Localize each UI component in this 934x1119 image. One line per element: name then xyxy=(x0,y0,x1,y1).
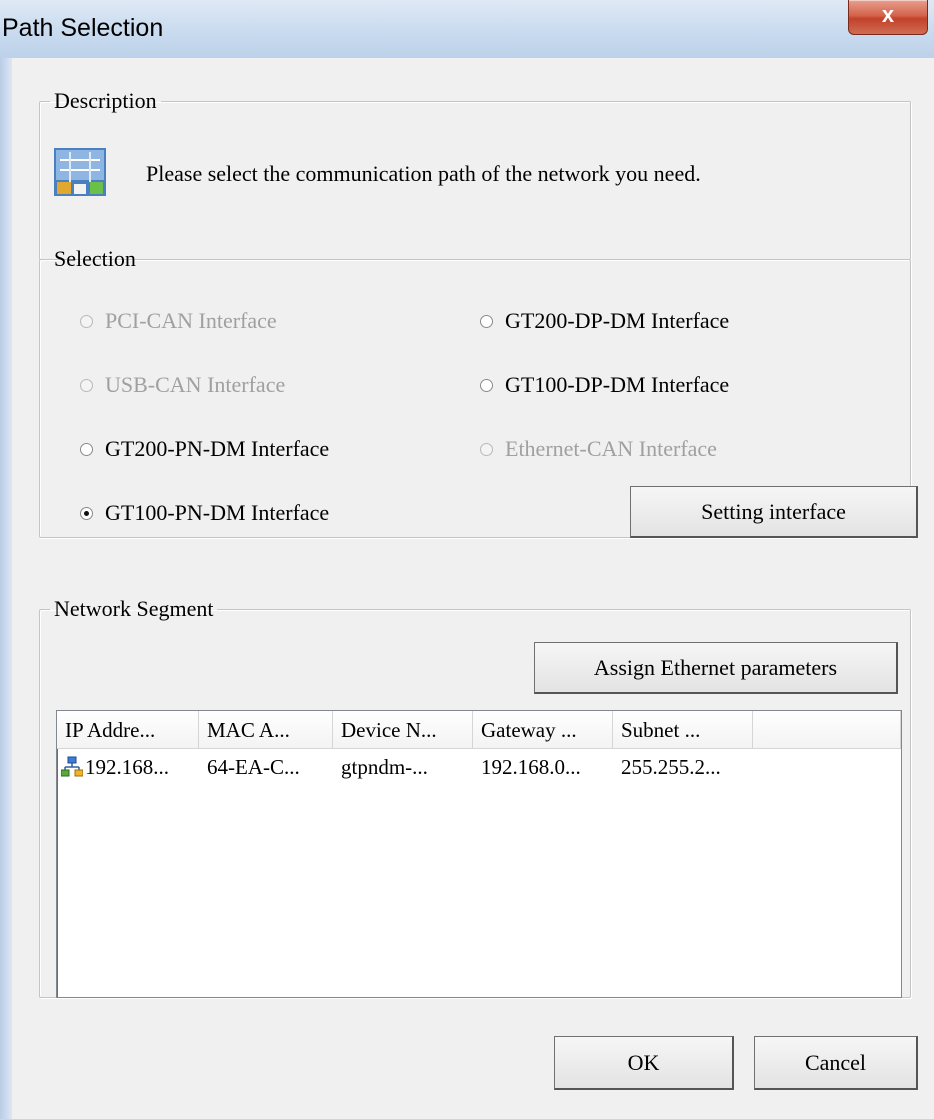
cancel-button[interactable]: Cancel xyxy=(754,1036,918,1090)
radio-indicator xyxy=(480,442,493,456)
selection-legend: Selection xyxy=(54,246,136,271)
radio-gt200-dp-dm[interactable]: GT200-DP-DM Interface xyxy=(480,308,729,334)
close-icon: x xyxy=(881,2,895,27)
ip-address-value: 192.168... xyxy=(85,755,169,779)
radio-label: GT100-PN-DM Interface xyxy=(105,500,330,525)
radio-label: USB-CAN Interface xyxy=(105,372,286,397)
dialog-content: Description Please select the communicat… xyxy=(12,58,934,1119)
network-segment-group: Network Segment Assign Ethernet paramete… xyxy=(39,596,911,998)
description-group: Description Please select the communicat… xyxy=(39,88,911,260)
column-empty xyxy=(753,711,901,749)
radio-indicator xyxy=(480,378,493,392)
radio-pci-can[interactable]: PCI-CAN Interface xyxy=(80,308,277,334)
column-subnet[interactable]: Subnet ... xyxy=(613,711,753,749)
radio-label: GT200-DP-DM Interface xyxy=(505,308,730,333)
network-path-icon xyxy=(54,148,106,196)
column-ip-address[interactable]: IP Addre... xyxy=(57,711,199,749)
radio-label: GT200-PN-DM Interface xyxy=(105,436,330,461)
setting-interface-button[interactable]: Setting interface xyxy=(630,486,918,538)
column-gateway[interactable]: Gateway ... xyxy=(473,711,613,749)
column-mac-address[interactable]: MAC A... xyxy=(199,711,333,749)
table-row[interactable]: 192.168... 64-EA-C... gtpndm-... 192.168… xyxy=(57,751,753,783)
device-list[interactable]: IP Addre... MAC A... Device N... Gateway… xyxy=(56,710,902,998)
cell-mac-address: 64-EA-C... xyxy=(207,755,300,779)
network-segment-legend: Network Segment xyxy=(54,596,214,621)
list-header: IP Addre... MAC A... Device N... Gateway… xyxy=(57,711,901,749)
radio-gt200-pn-dm[interactable]: GT200-PN-DM Interface xyxy=(80,436,329,462)
radio-label: GT100-DP-DM Interface xyxy=(505,372,730,397)
cell-gateway: 192.168.0... xyxy=(481,755,581,779)
radio-usb-can[interactable]: USB-CAN Interface xyxy=(80,372,285,398)
radio-indicator xyxy=(80,314,93,328)
window-title: Path Selection xyxy=(2,14,164,42)
radio-ethernet-can[interactable]: Ethernet-CAN Interface xyxy=(480,436,717,462)
column-device-name[interactable]: Device N... xyxy=(333,711,473,749)
radio-indicator xyxy=(480,314,493,328)
description-legend: Description xyxy=(54,88,157,113)
radio-indicator xyxy=(80,378,93,392)
radio-label: Ethernet-CAN Interface xyxy=(505,436,717,461)
selection-group: Selection PCI-CAN Interface GT200-DP-DM … xyxy=(39,246,918,538)
cell-device-name: gtpndm-... xyxy=(341,755,428,779)
title-bar: Path Selection x xyxy=(0,0,934,59)
description-text: Please select the communication path of … xyxy=(146,161,701,186)
ok-button[interactable]: OK xyxy=(554,1036,734,1090)
radio-indicator xyxy=(80,442,93,456)
network-device-icon xyxy=(61,756,83,777)
radio-indicator-checked xyxy=(80,506,93,520)
cell-ip-address: 192.168... xyxy=(57,751,199,783)
close-button[interactable]: x xyxy=(848,0,928,35)
cell-subnet: 255.255.2... xyxy=(621,755,721,779)
radio-gt100-pn-dm[interactable]: GT100-PN-DM Interface xyxy=(80,500,329,526)
radio-label: PCI-CAN Interface xyxy=(105,308,277,333)
assign-ethernet-parameters-button[interactable]: Assign Ethernet parameters xyxy=(534,642,898,694)
radio-gt100-dp-dm[interactable]: GT100-DP-DM Interface xyxy=(480,372,729,398)
